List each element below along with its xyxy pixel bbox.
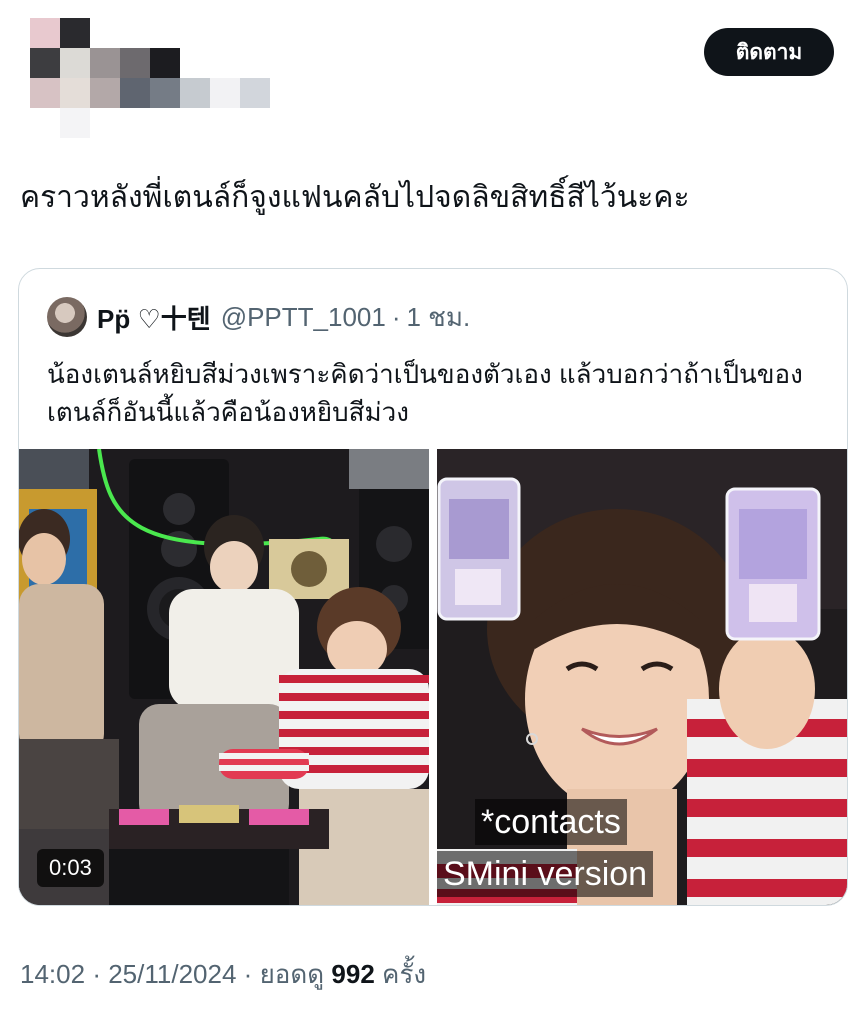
- separator-dot: ·: [92, 959, 101, 989]
- follow-button[interactable]: ติดตาม: [704, 28, 834, 76]
- photo-caption-line2: SMini version: [437, 851, 654, 897]
- separator-dot: ·: [243, 959, 253, 989]
- quoted-author-avatar[interactable]: [47, 297, 87, 337]
- views-label: ยอดดู: [259, 959, 325, 989]
- views-count[interactable]: 992: [331, 959, 374, 989]
- quoted-tweet-time[interactable]: 1 ชม.: [407, 297, 471, 338]
- quoted-author-name[interactable]: Pp̈ ♡十텐: [97, 299, 211, 336]
- separator-dot: ·: [391, 301, 401, 332]
- tweet-metadata: 14:02 · 25/11/2024 · ยอดดู 992 ครั้ง: [20, 954, 426, 995]
- tweet-date[interactable]: 25/11/2024: [108, 959, 236, 989]
- quoted-tweet-text: น้องเตนล์หยิบสีม่วงเพราะคิดว่าเป็นของตัว…: [47, 359, 803, 427]
- photo-caption-line1: *contacts: [475, 799, 627, 845]
- quoted-tweet-header: Pp̈ ♡十텐 @PPTT_1001 · 1 ชม.: [47, 297, 470, 337]
- video-scene-image: [19, 449, 429, 905]
- video-duration-badge: 0:03: [37, 849, 104, 887]
- quoted-author-handle[interactable]: @PPTT_1001: [221, 302, 386, 333]
- quoted-tweet[interactable]: Pp̈ ♡十텐 @PPTT_1001 · 1 ชม. น้องเตนล์หยิบ…: [18, 268, 848, 906]
- photo-thumbnail[interactable]: *contacts SMini version: [437, 449, 847, 905]
- video-thumbnail[interactable]: 0:03: [19, 449, 429, 905]
- tweet-text: คราวหลังพี่เตนล์ก็จูงแฟนคลับไปจดลิขสิทธิ…: [20, 181, 690, 214]
- redacted-author-avatar[interactable]: [30, 18, 270, 138]
- tweet-time[interactable]: 14:02: [20, 959, 85, 989]
- tweet-page: ติดตาม คราวหลังพี่เตนล์ก็จูงแฟนคลับไปจดล…: [0, 0, 868, 1024]
- views-unit: ครั้ง: [382, 959, 427, 989]
